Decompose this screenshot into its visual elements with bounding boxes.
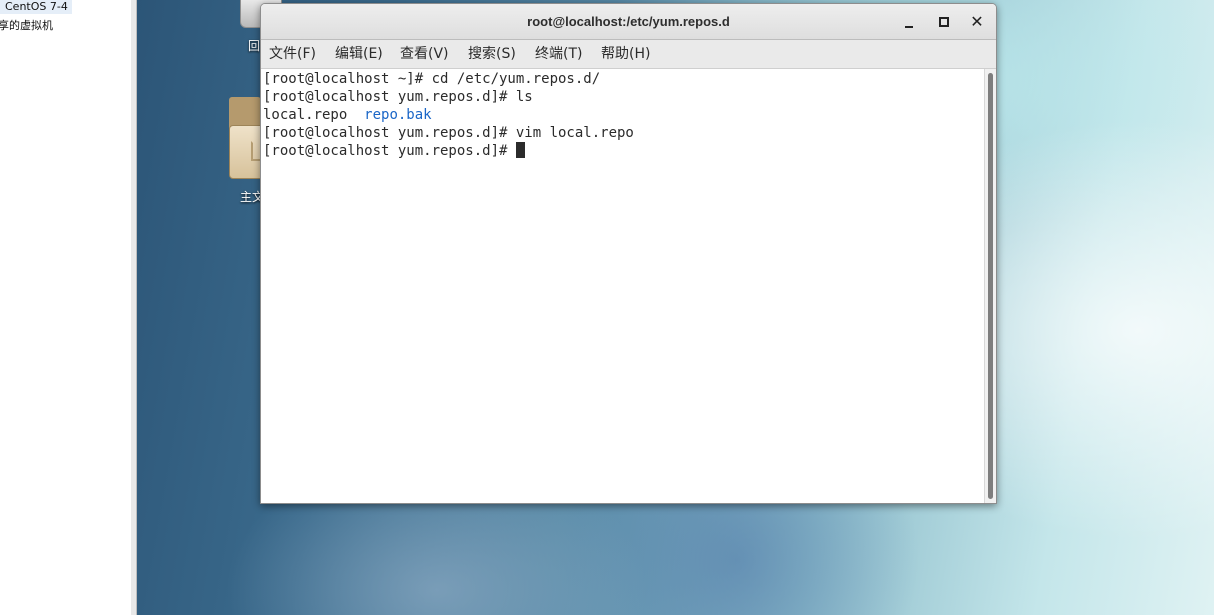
close-button[interactable]: ✕	[967, 12, 987, 32]
menu-bar: 文件(F) 编辑(E) 查看(V) 搜索(S) 终端(T) 帮助(H)	[261, 40, 996, 69]
maximize-icon	[939, 17, 949, 27]
library-item-shared-vms[interactable]: 享的虚拟机	[0, 18, 53, 33]
maximize-button[interactable]	[933, 12, 953, 32]
prompt: [root@localhost yum.repos.d]#	[263, 143, 516, 159]
minimize-icon	[905, 26, 913, 28]
library-item-centos[interactable]: CentOS 7-4	[0, 0, 72, 14]
terminal-line: [root@localhost yum.repos.d]# ls	[263, 89, 533, 105]
menu-edit[interactable]: 编辑(E)	[335, 40, 383, 68]
menu-file[interactable]: 文件(F)	[269, 40, 316, 68]
menu-view[interactable]: 查看(V)	[400, 40, 449, 68]
text-cursor	[515, 142, 525, 158]
trash-label: 回	[248, 39, 261, 53]
terminal-scrollbar[interactable]	[984, 69, 996, 503]
terminal-line: [root@localhost ~]# cd /etc/yum.repos.d/	[263, 71, 601, 87]
terminal-prompt-line: [root@localhost yum.repos.d]#	[263, 142, 525, 160]
window-title: root@localhost:/etc/yum.repos.d	[527, 14, 730, 29]
terminal-window: root@localhost:/etc/yum.repos.d ✕ 文件(F) …	[260, 3, 997, 504]
directory-entry: repo.bak	[364, 107, 432, 123]
window-titlebar[interactable]: root@localhost:/etc/yum.repos.d ✕	[261, 4, 996, 40]
vm-library-panel: CentOS 7-4 享的虚拟机	[0, 0, 132, 615]
scrollbar-thumb[interactable]	[988, 73, 993, 499]
menu-search[interactable]: 搜索(S)	[468, 40, 516, 68]
terminal-line: [root@localhost yum.repos.d]# vim local.…	[263, 125, 634, 141]
minimize-button[interactable]	[899, 12, 919, 32]
menu-help[interactable]: 帮助(H)	[601, 40, 650, 68]
file-entry: local.repo	[263, 107, 365, 123]
terminal-line: local.repo repo.bak	[263, 106, 432, 124]
terminal-output[interactable]: [root@localhost ~]# cd /etc/yum.repos.d/…	[261, 69, 984, 503]
menu-terminal[interactable]: 终端(T)	[535, 40, 582, 68]
close-icon: ✕	[970, 12, 984, 31]
